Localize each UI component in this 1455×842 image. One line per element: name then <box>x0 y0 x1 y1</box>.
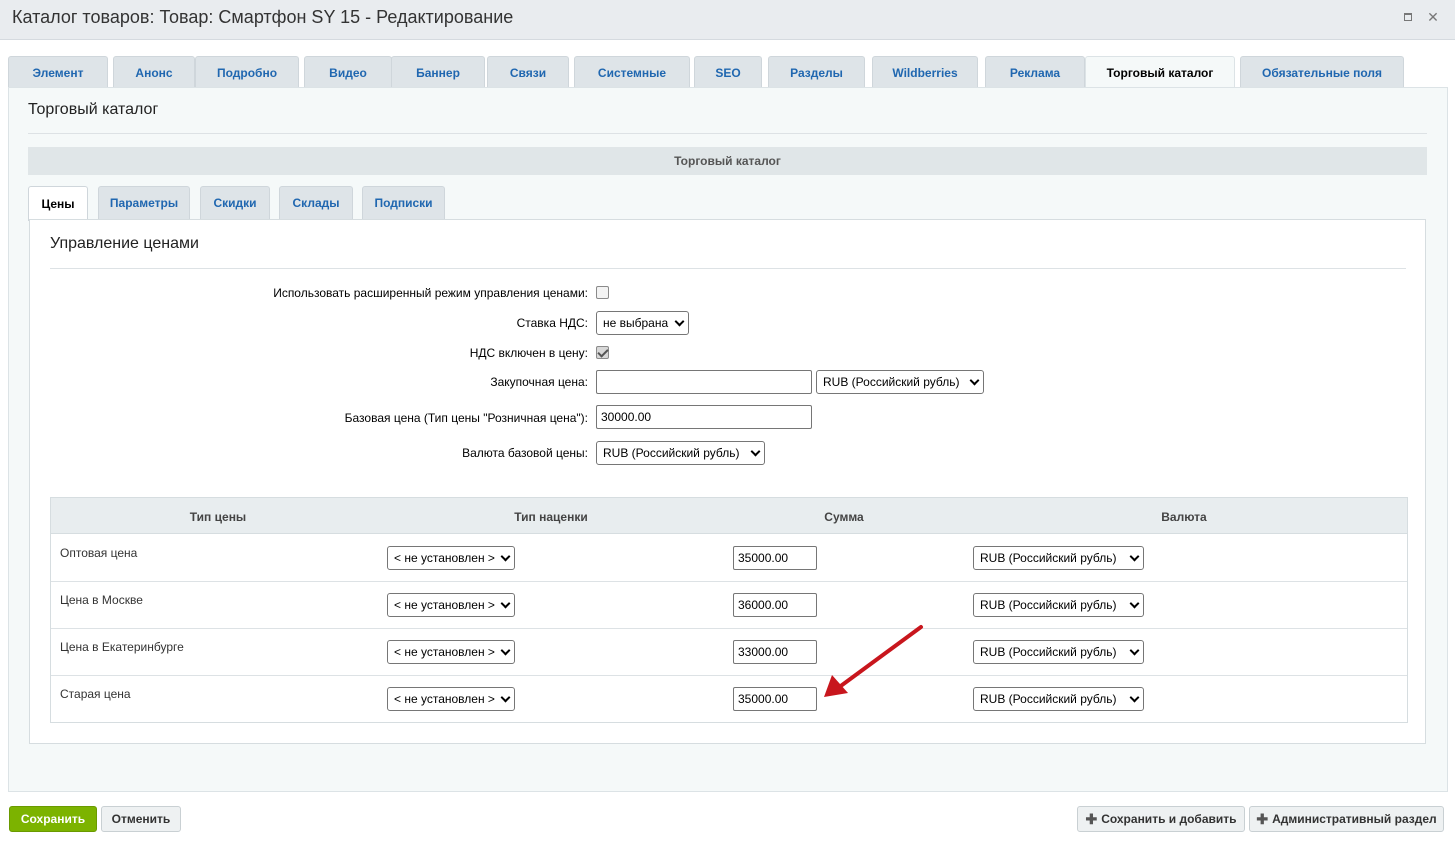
chevron-down-icon <box>1129 692 1140 703</box>
chevron-down-icon <box>500 645 511 656</box>
save-and-add-label: Сохранить и добавить <box>1101 812 1237 826</box>
tab-sections[interactable]: Разделы <box>768 56 865 88</box>
prices-title: Управление ценами <box>50 235 199 252</box>
chevron-down-icon <box>969 375 980 386</box>
currency-value: RUB (Российский рубль) <box>980 692 1117 706</box>
block-header: Торговый каталог <box>28 147 1427 175</box>
markup-select[interactable]: < не установлен > <box>387 640 515 664</box>
subtab-parameters[interactable]: Параметры <box>98 186 190 219</box>
amount-input[interactable]: 36000.00 <box>733 593 817 617</box>
vat-rate-select[interactable]: не выбрана <box>596 311 689 335</box>
column-header-currency: Валюта <box>1161 510 1207 524</box>
subtab-prices[interactable]: Цены <box>28 186 88 221</box>
column-header-amount: Сумма <box>824 510 864 524</box>
chevron-down-icon <box>1129 598 1140 609</box>
divider <box>28 133 1427 134</box>
markup-select[interactable]: < не установлен > <box>387 593 515 617</box>
chevron-down-icon <box>1129 645 1140 656</box>
purchase-currency-select[interactable]: RUB (Российский рубль) <box>816 370 984 394</box>
column-header-markup-type: Тип наценки <box>514 510 588 524</box>
table-row-name: Цена в Москве <box>60 593 143 607</box>
markup-value: < не установлен > <box>394 645 495 659</box>
table-row-name: Оптовая цена <box>60 546 138 560</box>
markup-select[interactable]: < не установлен > <box>387 687 515 711</box>
extended-mode-label: Использовать расширенный режим управлени… <box>273 286 588 300</box>
tab-announce[interactable]: Анонс <box>113 56 195 88</box>
vat-included-checkbox[interactable] <box>596 346 609 359</box>
row-divider <box>51 581 1407 582</box>
currency-select[interactable]: RUB (Российский рубль) <box>973 640 1144 664</box>
save-and-add-button[interactable]: ✚ Сохранить и добавить <box>1077 806 1245 832</box>
tab-system[interactable]: Системные <box>574 56 690 88</box>
amount-input[interactable]: 33000.00 <box>733 640 817 664</box>
price-table: Тип цены Тип наценки Сумма Валюта Оптова… <box>50 497 1408 723</box>
table-row-name: Старая цена <box>60 687 131 701</box>
currency-select[interactable]: RUB (Российский рубль) <box>973 593 1144 617</box>
column-header-price-type: Тип цены <box>189 510 247 524</box>
vat-rate-value: не выбрана <box>603 316 669 330</box>
markup-select[interactable]: < не установлен > <box>387 546 515 570</box>
base-price-input[interactable]: 30000.00 <box>596 405 812 429</box>
base-price-label: Базовая цена (Тип цены "Розничная цена")… <box>344 411 588 425</box>
base-currency-value: RUB (Российский рубль) <box>603 446 740 460</box>
plus-icon: ✚ <box>1256 810 1269 827</box>
cancel-button[interactable]: Отменить <box>101 806 181 832</box>
purchase-currency-value: RUB (Российский рубль) <box>823 375 960 389</box>
vat-included-label: НДС включен в цену: <box>469 346 588 360</box>
divider <box>50 268 1406 269</box>
currency-value: RUB (Российский рубль) <box>980 645 1117 659</box>
tab-details[interactable]: Подробно <box>195 56 299 88</box>
extended-mode-checkbox[interactable] <box>596 286 609 299</box>
section-title: Торговый каталог <box>28 101 159 118</box>
chevron-down-icon <box>750 446 761 457</box>
markup-value: < не установлен > <box>394 598 495 612</box>
close-icon[interactable]: ✕ <box>1427 10 1439 24</box>
subtab-discounts[interactable]: Скидки <box>200 186 270 219</box>
markup-value: < не установлен > <box>394 692 495 706</box>
currency-value: RUB (Российский рубль) <box>980 598 1117 612</box>
chevron-down-icon <box>500 598 511 609</box>
vat-rate-label: Ставка НДС: <box>516 316 588 330</box>
tab-banner[interactable]: Баннер <box>391 56 485 88</box>
price-table-header: Тип цены Тип наценки Сумма Валюта <box>51 498 1407 534</box>
row-divider <box>51 628 1407 629</box>
base-currency-label: Валюта базовой цены: <box>462 446 588 460</box>
markup-value: < не установлен > <box>394 551 495 565</box>
save-button[interactable]: Сохранить <box>9 806 97 832</box>
amount-input[interactable]: 35000.00 <box>733 546 817 570</box>
tab-seo[interactable]: SEO <box>694 56 762 88</box>
window-titlebar: Каталог товаров: Товар: Смартфон SY 15 -… <box>0 0 1455 40</box>
tab-element[interactable]: Элемент <box>8 56 108 88</box>
tab-wildberries[interactable]: Wildberries <box>872 56 978 88</box>
subtab-warehouses[interactable]: Склады <box>279 186 353 219</box>
window-title: Каталог товаров: Товар: Смартфон SY 15 -… <box>12 7 514 27</box>
amount-input[interactable]: 35000.00 <box>733 687 817 711</box>
chevron-down-icon <box>500 551 511 562</box>
purchase-price-input[interactable] <box>596 370 812 394</box>
tab-advertising[interactable]: Реклама <box>985 56 1085 88</box>
tab-video[interactable]: Видео <box>304 56 392 88</box>
admin-section-button[interactable]: ✚ Административный раздел <box>1249 806 1444 832</box>
tab-required-fields[interactable]: Обязательные поля <box>1240 56 1404 88</box>
purchase-price-label: Закупочная цена: <box>490 375 588 389</box>
chevron-down-icon <box>674 316 685 327</box>
tab-trade-catalog[interactable]: Торговый каталог <box>1085 56 1235 89</box>
subtab-subscriptions[interactable]: Подписки <box>362 186 445 219</box>
currency-select[interactable]: RUB (Российский рубль) <box>973 687 1144 711</box>
currency-select[interactable]: RUB (Российский рубль) <box>973 546 1144 570</box>
chevron-down-icon <box>1129 551 1140 562</box>
plus-icon: ✚ <box>1085 810 1098 827</box>
base-currency-select[interactable]: RUB (Российский рубль) <box>596 441 765 465</box>
maximize-icon[interactable] <box>1403 12 1413 22</box>
tab-links[interactable]: Связи <box>487 56 569 88</box>
row-divider <box>51 675 1407 676</box>
currency-value: RUB (Российский рубль) <box>980 551 1117 565</box>
table-row-name: Цена в Екатеринбурге <box>60 640 184 654</box>
chevron-down-icon <box>500 692 511 703</box>
admin-section-label: Административный раздел <box>1272 812 1437 826</box>
